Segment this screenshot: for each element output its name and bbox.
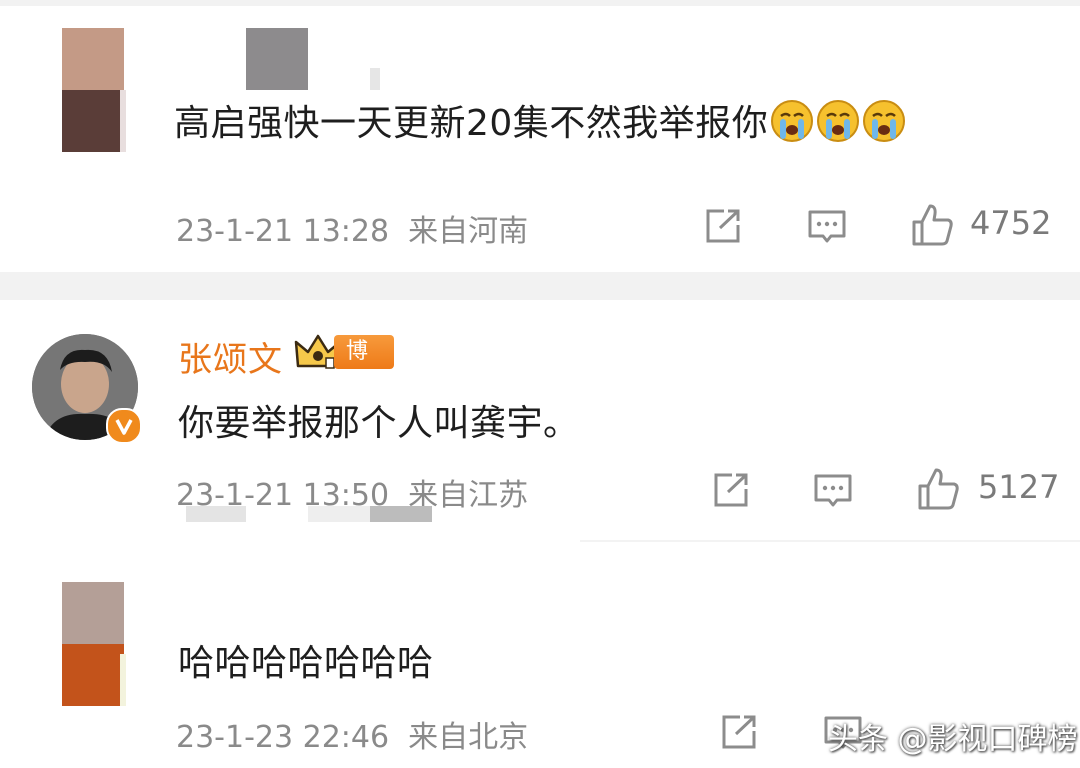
comment-meta: 23-1-23 22:46 来自北京 (176, 712, 528, 756)
blogger-badge: 博主 (334, 335, 394, 398)
location: 来自河南 (408, 214, 529, 249)
comment-text: 你要举报那个人叫龚宇。 (178, 403, 580, 444)
avatar-block (120, 654, 126, 706)
mosaic-strip (308, 506, 370, 522)
timestamp: 23-1-23 22:46 (176, 720, 390, 755)
avatar-block (62, 644, 124, 706)
like-icon (912, 204, 953, 246)
verified-badge (106, 408, 142, 444)
avatar[interactable] (62, 582, 126, 706)
like-button[interactable]: 4752 (910, 202, 1052, 248)
share-button[interactable] (702, 206, 744, 246)
crying-emoji-icon (816, 99, 860, 143)
comment-divider (580, 540, 1080, 542)
watermark: 头条 @影视口碑榜 (828, 722, 1078, 757)
avatar-block (62, 90, 124, 152)
comment-text-content: 高启强快一天更新20集不然我举报你 (174, 103, 769, 144)
comment-item-3: 哈哈哈哈哈哈哈 23-1-23 22:46 来自北京 头条 @影视口碑榜 (0, 560, 1080, 768)
username-mosaic (370, 68, 380, 90)
comment-item-2: 张颂文 博主 你要举报那个人叫龚宇。 23-1-21 13:50 来自江苏 51… (0, 300, 1080, 540)
mosaic-strip (186, 506, 246, 522)
reply-button[interactable] (812, 470, 854, 512)
reply-button[interactable] (806, 206, 848, 248)
comment-separator (0, 272, 1080, 300)
verified-v-icon (115, 419, 133, 435)
location: 来自北京 (408, 720, 529, 755)
comment-icon (808, 210, 846, 243)
share-icon (722, 715, 756, 749)
comment-meta: 23-1-21 13:28 来自河南 (176, 206, 528, 250)
comment-text: 哈哈哈哈哈哈哈 (178, 643, 434, 684)
comment-text: 高启强快一天更新20集不然我举报你 (174, 94, 906, 146)
crying-emoji-icon (770, 99, 814, 143)
username[interactable]: 张颂文 (178, 332, 283, 381)
mosaic-strip (370, 506, 432, 522)
avatar-block (62, 28, 124, 90)
comment-item-1: 高启强快一天更新20集不然我举报你 23-1-21 13:28 来自河南 475… (0, 6, 1080, 272)
avatar[interactable] (62, 28, 126, 152)
share-button[interactable] (710, 470, 752, 510)
avatar-block (120, 90, 126, 152)
username-mosaic[interactable] (246, 28, 308, 90)
share-icon (706, 209, 740, 243)
timestamp: 23-1-21 13:28 (176, 214, 390, 249)
crown-badge: 博主 (294, 332, 394, 398)
comment-icon (814, 474, 852, 507)
like-count: 5127 (978, 468, 1060, 506)
share-icon (714, 473, 748, 507)
like-icon (918, 468, 959, 510)
like-count: 4752 (970, 204, 1052, 242)
like-button[interactable]: 5127 (916, 466, 1060, 512)
share-button[interactable] (718, 712, 760, 752)
avatar-block (62, 582, 124, 644)
crying-emoji-icon (862, 99, 906, 143)
